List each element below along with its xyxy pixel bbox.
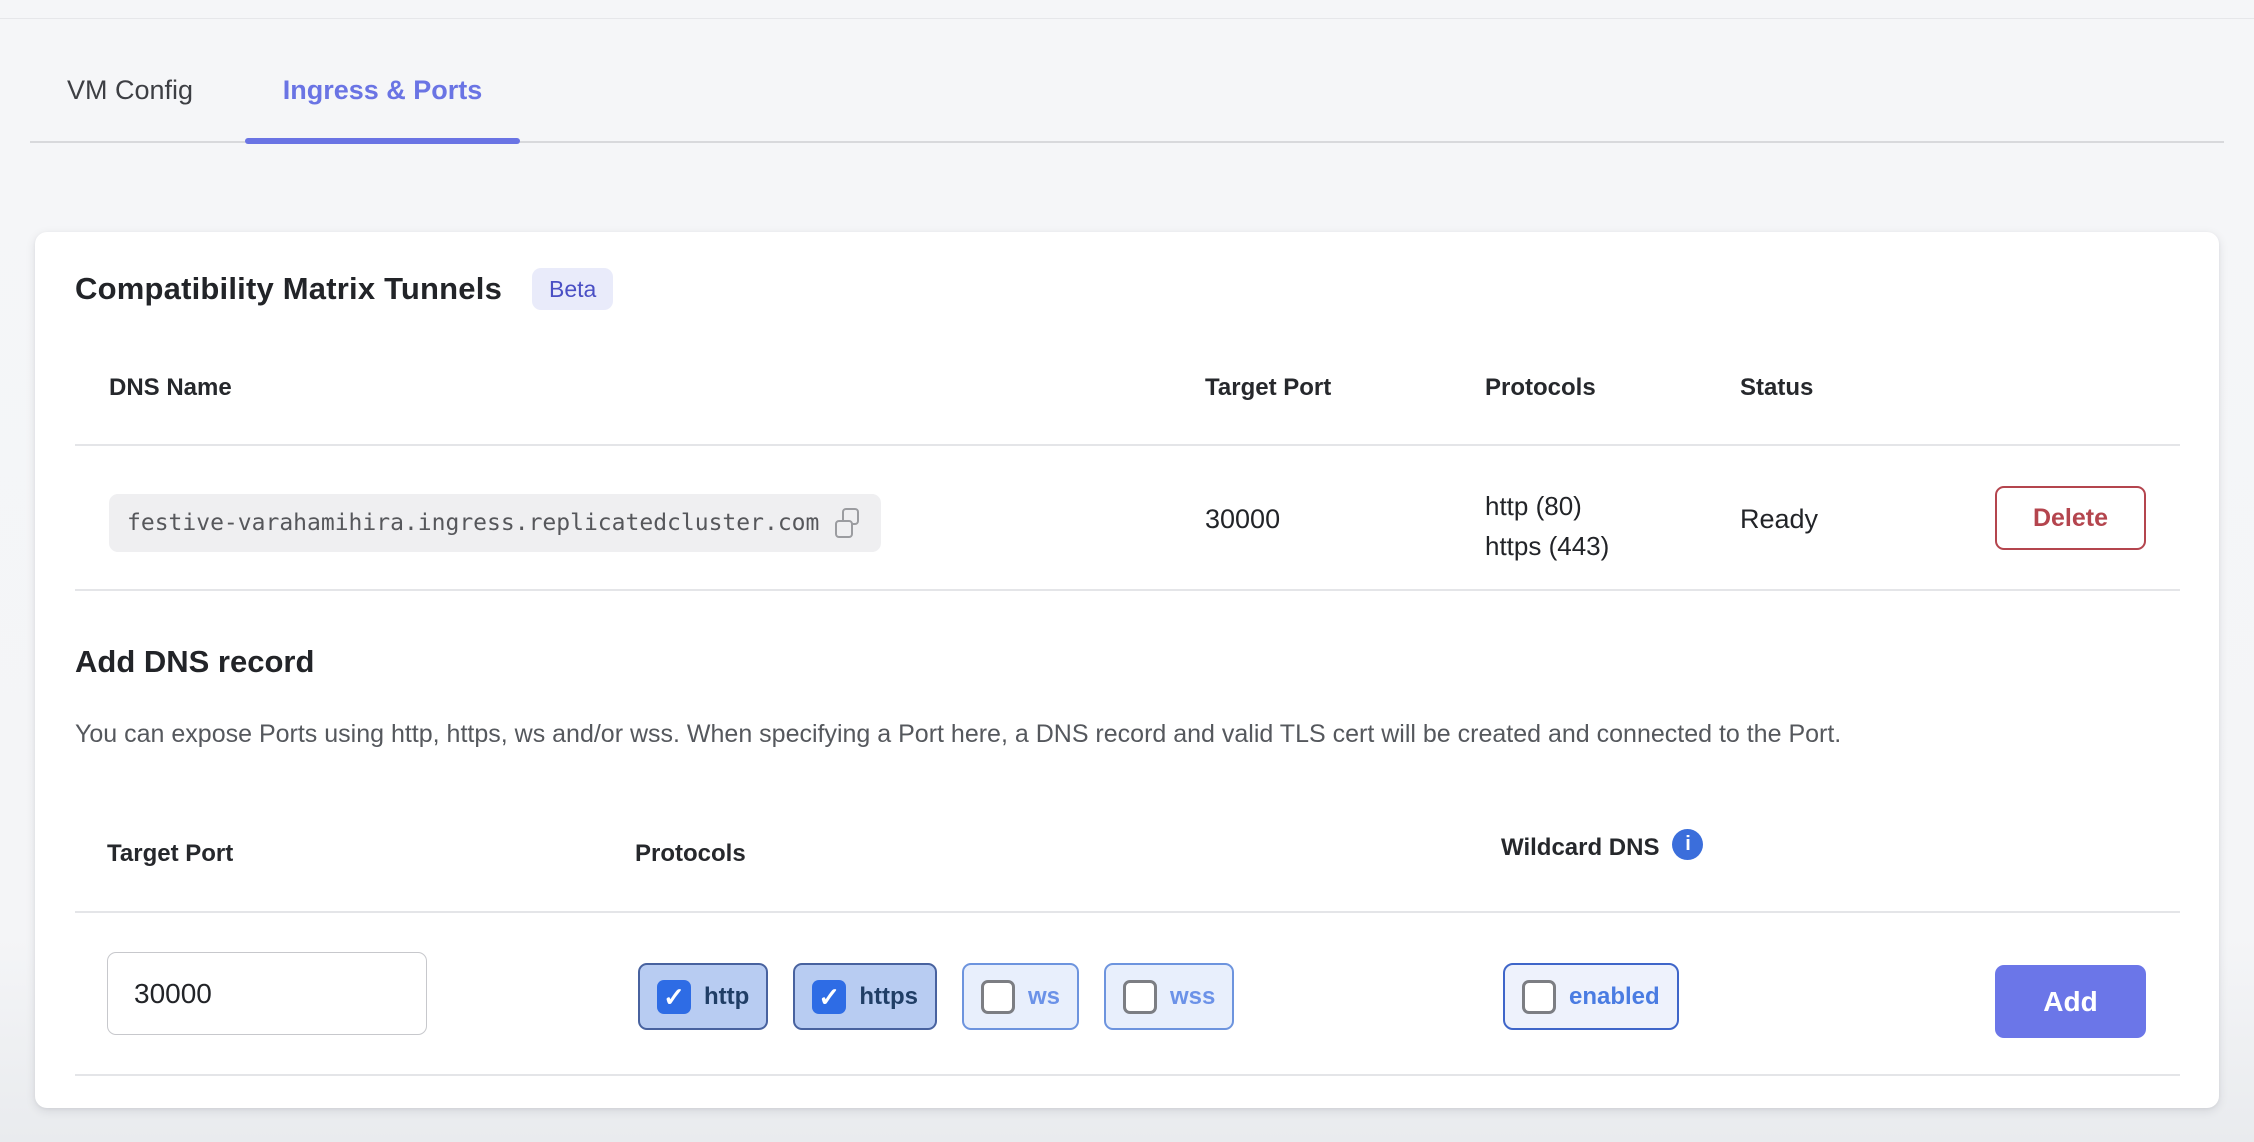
wildcard-dns-enabled-checkbox[interactable]: enabled — [1503, 963, 1679, 1030]
column-header-dns-name: DNS Name — [109, 374, 232, 402]
protocol-checkbox-https[interactable]: https — [793, 963, 937, 1030]
protocol-checkbox-group: http https ws wss — [638, 963, 1234, 1030]
info-icon[interactable]: i — [1672, 829, 1703, 860]
table-row-divider — [75, 589, 2180, 591]
form-label-protocols: Protocols — [635, 840, 746, 868]
add-button[interactable]: Add — [1995, 965, 2146, 1038]
tab-vm-config[interactable]: VM Config — [30, 68, 230, 112]
copy-icon[interactable] — [835, 508, 863, 538]
tunnel-protocols: http (80) https (443) — [1485, 486, 1609, 566]
form-label-target-port: Target Port — [107, 840, 233, 868]
checkbox-icon — [812, 980, 846, 1014]
delete-button[interactable]: Delete — [1995, 486, 2146, 550]
ingress-card: Compatibility Matrix Tunnels Beta DNS Na… — [35, 232, 2219, 1108]
tunnel-protocol-http: http (80) — [1485, 486, 1609, 526]
target-port-input[interactable] — [107, 952, 427, 1035]
tunnel-status: Ready — [1740, 504, 1818, 535]
form-label-wildcard-group: Wildcard DNS i — [1501, 834, 1703, 862]
column-header-protocols: Protocols — [1485, 374, 1596, 402]
add-dns-heading: Add DNS record — [75, 644, 314, 680]
active-tab-indicator — [245, 138, 520, 144]
top-divider — [0, 18, 2254, 19]
tab-ingress-ports[interactable]: Ingress & Ports — [245, 68, 520, 112]
protocol-checkbox-http[interactable]: http — [638, 963, 768, 1030]
beta-badge: Beta — [532, 268, 613, 310]
form-bottom-divider — [75, 1074, 2180, 1076]
dns-name-pill: festive-varahamihira.ingress.replicatedc… — [109, 494, 881, 552]
checkbox-icon — [1522, 980, 1556, 1014]
dns-name-value: festive-varahamihira.ingress.replicatedc… — [127, 510, 819, 536]
table-header-divider — [75, 444, 2180, 446]
protocol-checkbox-ws[interactable]: ws — [962, 963, 1079, 1030]
checkbox-icon — [1123, 980, 1157, 1014]
add-dns-description: You can expose Ports using http, https, … — [75, 714, 2150, 754]
protocol-checkbox-wss[interactable]: wss — [1104, 963, 1234, 1030]
card-title: Compatibility Matrix Tunnels — [75, 271, 502, 307]
checkbox-icon — [981, 980, 1015, 1014]
tunnel-target-port: 30000 — [1205, 504, 1280, 535]
form-header-divider — [75, 911, 2180, 913]
tunnel-protocol-https: https (443) — [1485, 526, 1609, 566]
form-label-wildcard-dns: Wildcard DNS — [1501, 834, 1659, 862]
checkbox-icon — [657, 980, 691, 1014]
column-header-status: Status — [1740, 374, 1813, 402]
card-title-row: Compatibility Matrix Tunnels Beta — [75, 268, 613, 310]
column-header-target-port: Target Port — [1205, 374, 1331, 402]
